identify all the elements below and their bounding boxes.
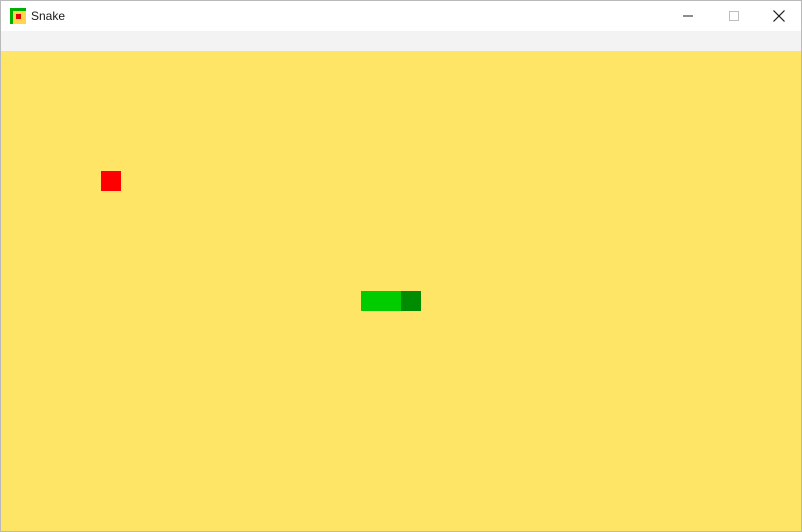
snake-app-icon [10, 8, 26, 24]
game-window: Snake [0, 0, 802, 532]
game-board[interactable] [1, 51, 801, 531]
minimize-icon [683, 15, 693, 17]
menu-bar [1, 31, 801, 51]
close-button[interactable] [756, 1, 801, 31]
title-bar[interactable]: Snake [1, 1, 801, 31]
snake-body-segment [381, 291, 401, 311]
snake-head [401, 291, 421, 311]
maximize-button[interactable] [711, 1, 757, 31]
maximize-icon [729, 11, 739, 21]
window-title: Snake [31, 9, 66, 23]
food-item [101, 171, 121, 191]
minimize-button[interactable] [665, 1, 711, 31]
snake-body-segment [361, 291, 381, 311]
close-icon [773, 10, 785, 22]
